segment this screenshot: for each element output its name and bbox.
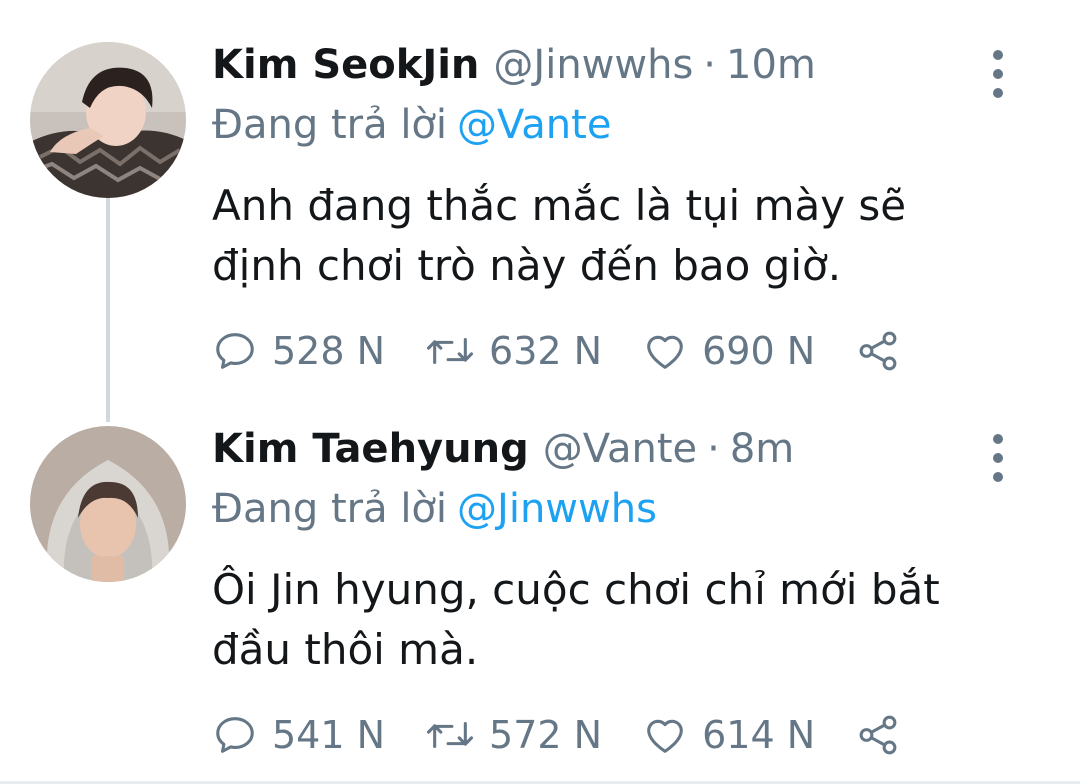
replying-to-line: Đang trả lời @Jinwwhs bbox=[212, 486, 657, 532]
share-button[interactable] bbox=[855, 328, 901, 374]
author-handle[interactable]: @Jinwwhs bbox=[493, 42, 693, 88]
retweet-icon bbox=[427, 337, 474, 365]
reply-icon bbox=[216, 717, 254, 753]
retweet-button[interactable]: 572 N bbox=[425, 712, 602, 758]
tweet-actions: 541 N 572 N 614 N bbox=[212, 710, 901, 760]
retweet-count: 572 N bbox=[489, 713, 603, 757]
more-vertical-icon bbox=[993, 434, 1003, 444]
tweet-text-line: đầu thôi mà. bbox=[212, 625, 479, 674]
share-icon bbox=[859, 715, 897, 755]
tweet-header: Kim Taehyung @Vante · 8m bbox=[212, 426, 794, 486]
separator-dot: · bbox=[707, 426, 720, 472]
retweet-count: 632 N bbox=[489, 329, 603, 373]
tweet-text: Anh đang thắc mắc là tụi mày sẽ định chơ… bbox=[212, 176, 1032, 296]
more-options-button[interactable] bbox=[986, 50, 1010, 98]
tweet-timestamp[interactable]: 8m bbox=[730, 426, 794, 472]
separator-dot: · bbox=[703, 42, 717, 88]
more-dot bbox=[993, 453, 1003, 463]
avatar-seokjin-image bbox=[30, 42, 186, 198]
like-button[interactable]: 690 N bbox=[642, 328, 815, 374]
like-button[interactable]: 614 N bbox=[642, 712, 815, 758]
reply-count: 528 N bbox=[272, 329, 386, 373]
heart-icon bbox=[647, 335, 683, 369]
replying-label: Đang trả lời bbox=[212, 102, 448, 148]
avatar-taehyung[interactable] bbox=[30, 426, 186, 582]
share-icon bbox=[859, 331, 897, 371]
share-button[interactable] bbox=[855, 712, 901, 758]
tweet-actions: 528 N 632 N 690 N bbox=[212, 326, 901, 376]
author-name[interactable]: Kim Taehyung bbox=[212, 426, 529, 472]
reply-count: 541 N bbox=[272, 713, 386, 757]
thread-connector-line bbox=[106, 196, 110, 422]
tweet-header: Kim SeokJin @Jinwwhs · 10m bbox=[212, 42, 816, 102]
more-dot bbox=[993, 88, 1003, 98]
avatar-seokjin[interactable] bbox=[30, 42, 186, 198]
tweet-text-line: Ôi Jin hyung, cuộc chơi chỉ mới bắt bbox=[212, 565, 940, 614]
author-name[interactable]: Kim SeokJin bbox=[212, 42, 479, 88]
like-count: 614 N bbox=[702, 713, 816, 757]
tweet-text-line: Anh đang thắc mắc là tụi mày sẽ bbox=[212, 181, 907, 230]
replying-mention-link[interactable]: @Jinwwhs bbox=[457, 486, 657, 532]
replying-mention-link[interactable]: @Vante bbox=[457, 102, 611, 148]
like-count: 690 N bbox=[702, 329, 816, 373]
more-dot bbox=[993, 472, 1003, 482]
reply-button[interactable]: 541 N bbox=[212, 712, 385, 758]
more-options-button[interactable] bbox=[986, 434, 1010, 482]
tweet-text: Ôi Jin hyung, cuộc chơi chỉ mới bắt đầu … bbox=[212, 560, 1032, 680]
replying-to-line: Đang trả lời @Vante bbox=[212, 102, 611, 148]
avatar-taehyung-image bbox=[30, 426, 186, 582]
more-dot bbox=[993, 69, 1003, 79]
retweet-icon bbox=[427, 721, 474, 749]
reply-icon bbox=[216, 333, 254, 369]
retweet-button[interactable]: 632 N bbox=[425, 328, 602, 374]
tweet-timestamp[interactable]: 10m bbox=[726, 42, 816, 88]
author-handle[interactable]: @Vante bbox=[543, 426, 697, 472]
tweet-text-line: định chơi trò này đến bao giờ. bbox=[212, 241, 842, 290]
replying-label: Đang trả lời bbox=[212, 486, 448, 532]
more-vertical-icon bbox=[993, 50, 1003, 60]
heart-icon bbox=[647, 719, 683, 753]
reply-button[interactable]: 528 N bbox=[212, 328, 385, 374]
